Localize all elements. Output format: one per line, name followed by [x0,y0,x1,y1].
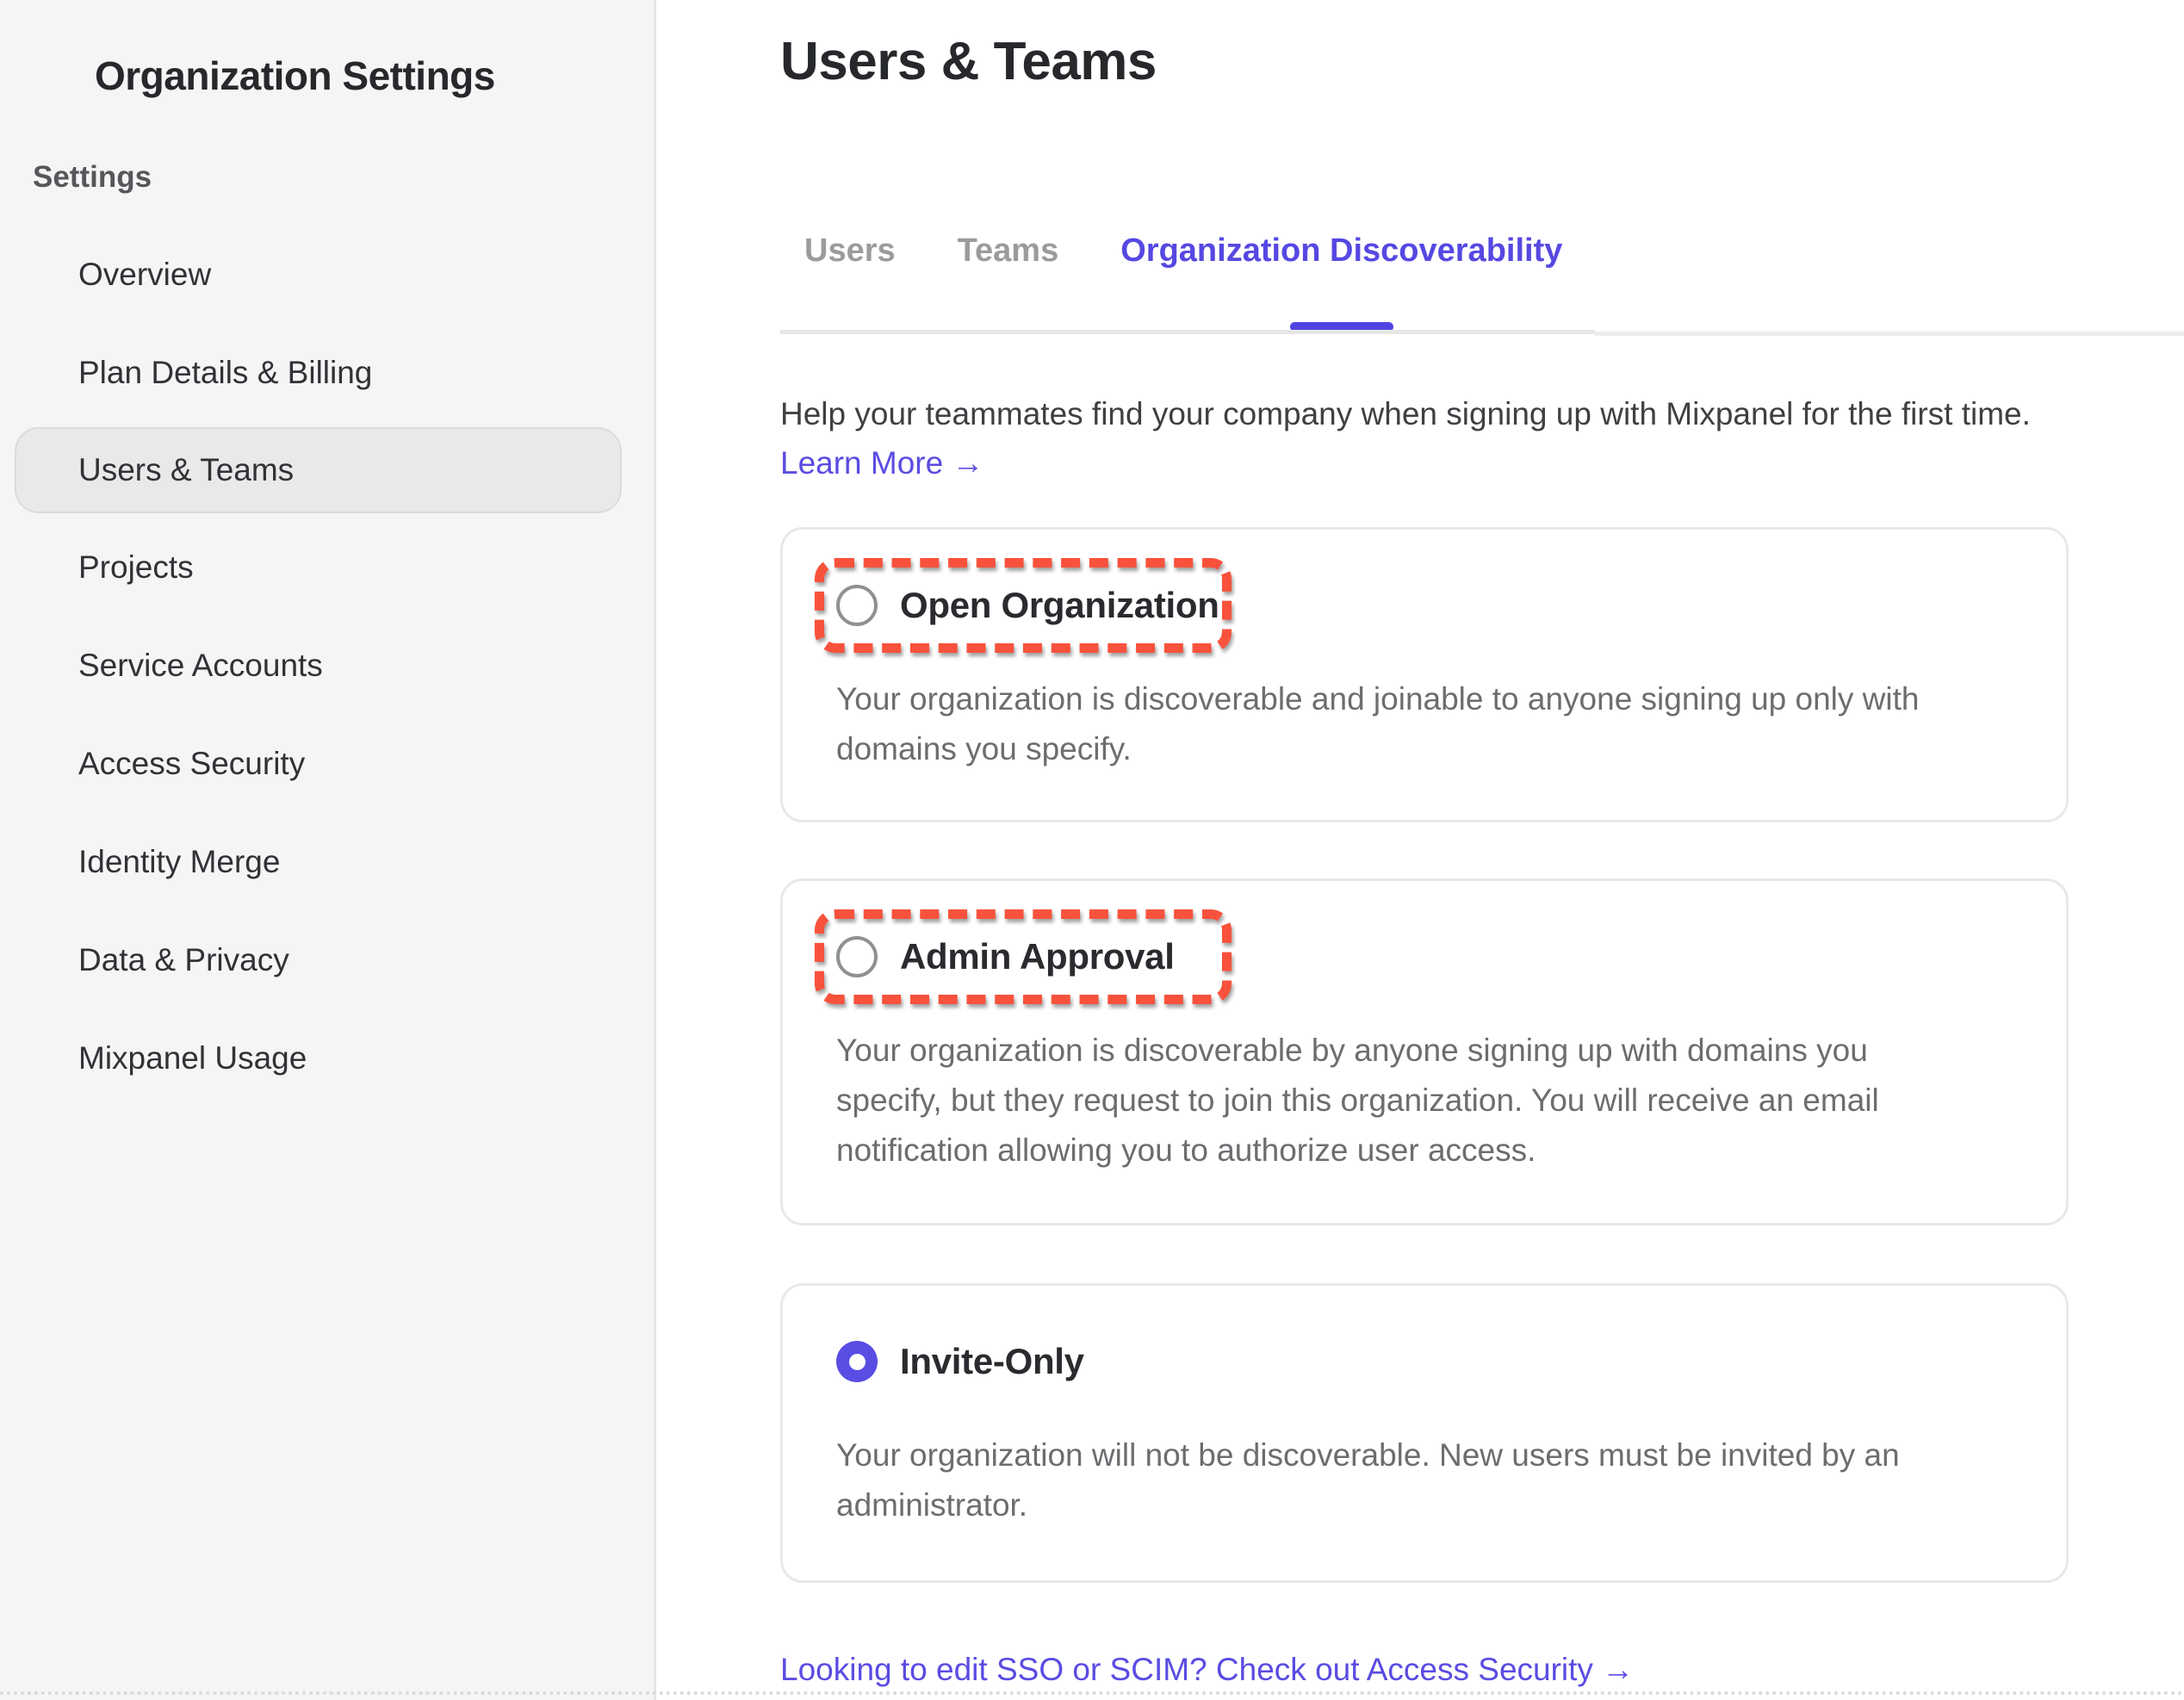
option-card-open-organization: Open Organization Your organization is d… [780,527,2069,822]
organization-settings-page: { "sidebar": { "title": "Organization Se… [0,0,2184,1700]
radio-open-organization[interactable] [836,585,878,626]
access-security-link[interactable]: Looking to edit SSO or SCIM? Check out A… [780,1652,1634,1688]
sidebar-item-mixpanel-usage[interactable]: Mixpanel Usage [0,1009,656,1107]
option-label-invite-only: Invite-Only [900,1341,1084,1382]
radio-row-admin-approval[interactable]: Admin Approval [836,936,1175,977]
page-title: Users & Teams [780,31,1157,92]
sidebar-item-identity-merge[interactable]: Identity Merge [0,813,656,911]
option-card-admin-approval: Admin Approval Your organization is disc… [780,878,2069,1225]
radio-row-open-organization[interactable]: Open Organization [836,585,1219,626]
sidebar-item-projects[interactable]: Projects [0,518,656,617]
sidebar-title: Organization Settings [95,53,495,99]
radio-row-invite-only[interactable]: Invite-Only [836,1341,1084,1382]
sidebar-section-label: Settings [33,160,152,195]
sidebar-item-access-security[interactable]: Access Security [0,715,656,813]
content-divider [1595,332,2184,336]
cutoff-dotted-divider [0,1691,2184,1695]
main-content: Users & Teams Users Teams Organization D… [656,0,2184,1700]
learn-more-link[interactable]: Learn More → [780,445,984,481]
sidebar-item-service-accounts[interactable]: Service Accounts [0,617,656,715]
sidebar-nav: Overview Plan Details & Billing Users & … [0,226,656,1107]
sidebar-item-plan-details-billing[interactable]: Plan Details & Billing [0,324,656,422]
radio-admin-approval[interactable] [836,936,878,977]
sidebar-item-data-privacy[interactable]: Data & Privacy [0,911,656,1009]
option-description-invite-only: Your organization will not be discoverab… [836,1430,2068,1530]
tab-teams[interactable]: Teams [958,233,1059,270]
sidebar: Organization Settings Settings Overview … [0,0,656,1700]
page-description: Help your teammates find your company wh… [780,389,2184,439]
option-description-open-organization: Your organization is discoverable and jo… [836,674,2068,774]
sidebar-item-overview[interactable]: Overview [0,226,656,324]
sidebar-item-users-teams[interactable]: Users & Teams [15,427,622,513]
option-label-admin-approval: Admin Approval [900,936,1175,977]
tab-strip-divider [780,330,1595,334]
tab-bar: Users Teams Organization Discoverability [804,233,1562,270]
option-label-open-organization: Open Organization [900,585,1219,626]
option-card-invite-only: Invite-Only Your organization will not b… [780,1283,2069,1583]
tab-organization-discoverability[interactable]: Organization Discoverability [1120,233,1562,270]
tab-users[interactable]: Users [804,233,896,270]
radio-invite-only-selected[interactable] [836,1341,878,1382]
option-description-admin-approval: Your organization is discoverable by any… [836,1026,2068,1176]
